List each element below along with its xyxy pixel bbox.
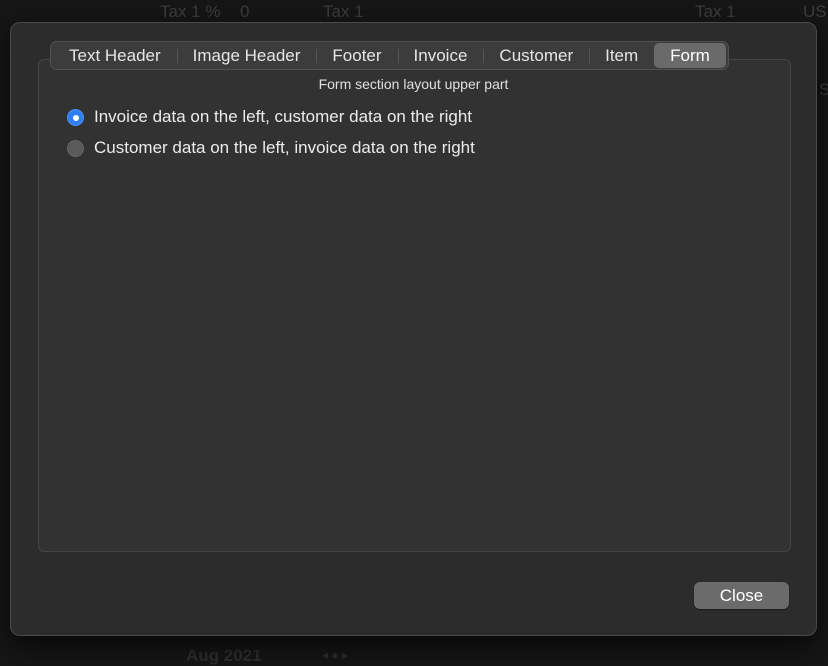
background-currency-label: US <box>803 2 827 21</box>
tab-footer[interactable]: Footer <box>316 43 397 68</box>
tab-invoice[interactable]: Invoice <box>397 43 484 68</box>
tab-bar: Text Header Image Header Footer Invoice … <box>50 41 729 70</box>
close-button[interactable]: Close <box>694 582 789 609</box>
radio-option-customer-left[interactable]: Customer data on the left, invoice data … <box>67 138 475 158</box>
background-tax-label-right: Tax 1 <box>695 2 736 21</box>
radio-option-label: Invoice data on the left, customer data … <box>94 107 473 126</box>
tab-content-panel <box>38 59 791 552</box>
background-side-label: S <box>819 80 828 99</box>
background-tax-label: Tax 1 <box>323 2 364 21</box>
section-title: Form section layout upper part <box>318 76 509 92</box>
settings-dialog: Text Header Image Header Footer Invoice … <box>10 22 817 636</box>
background-tax-value: 0 <box>240 2 250 21</box>
tab-text-header[interactable]: Text Header <box>53 43 177 68</box>
tab-image-header[interactable]: Image Header <box>176 43 317 68</box>
radio-option-label: Customer data on the left, invoice data … <box>94 138 475 157</box>
tab-item[interactable]: Item <box>589 43 654 68</box>
radio-selected-icon[interactable] <box>67 108 84 126</box>
background-date-label: Aug 2021 <box>186 646 262 665</box>
tab-customer[interactable]: Customer <box>483 43 589 68</box>
radio-unselected-icon[interactable] <box>67 139 84 157</box>
background-tax-percent-label: Tax 1 % <box>160 2 221 21</box>
radio-option-invoice-left[interactable]: Invoice data on the left, customer data … <box>67 107 472 127</box>
tab-form[interactable]: Form <box>654 43 726 68</box>
background-date-nav: ◂ ● ▸ <box>322 648 348 662</box>
